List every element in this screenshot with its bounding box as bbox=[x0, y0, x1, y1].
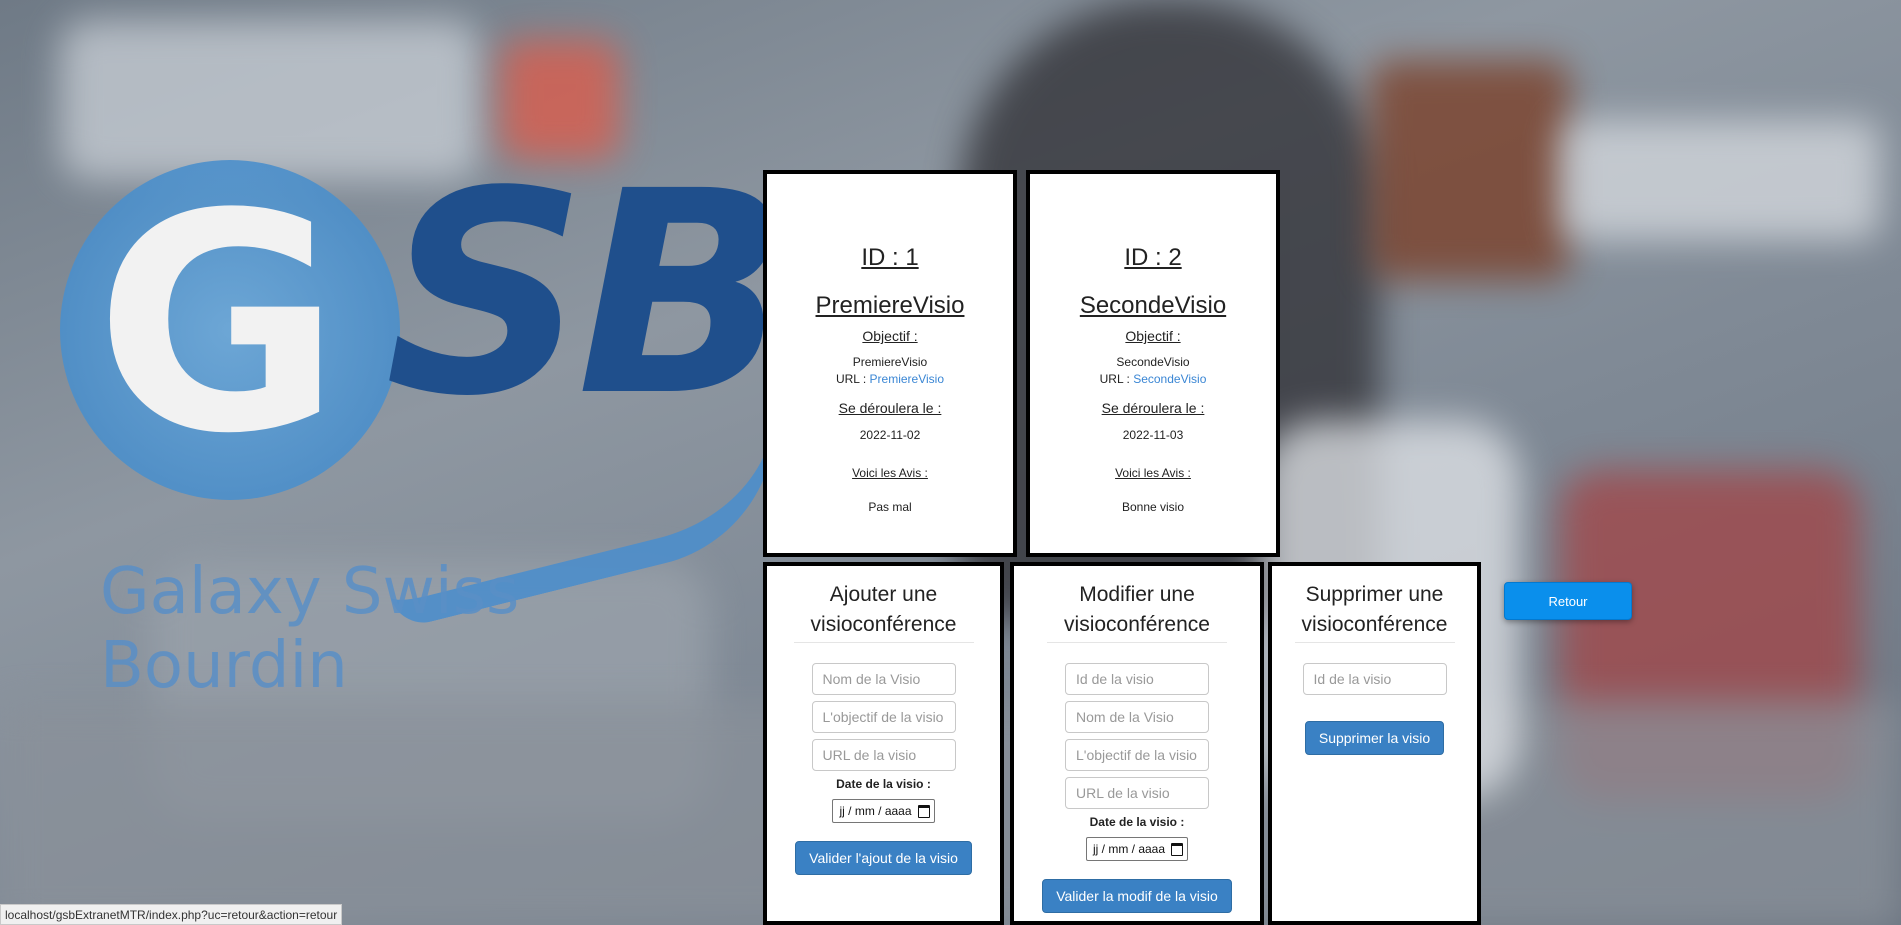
visio-id-input[interactable] bbox=[1302, 663, 1447, 695]
visio-name-input[interactable] bbox=[811, 663, 956, 695]
form-title-line1: Ajouter une bbox=[829, 583, 938, 606]
visio-date: 2022-11-02 bbox=[859, 428, 921, 442]
objectif-label: Objectif : bbox=[1125, 328, 1181, 344]
form-title-line2: visioconférence bbox=[1301, 613, 1448, 636]
visio-name: PremiereVisio bbox=[815, 292, 965, 319]
delete-visio-form: Supprimer une visioconférence Supprimer … bbox=[1268, 562, 1481, 925]
visio-url-input[interactable] bbox=[811, 739, 956, 771]
submit-edit-button[interactable]: Valider la modif de la visio bbox=[1042, 879, 1232, 913]
avis-label: Voici les Avis : bbox=[852, 466, 928, 480]
logo-letter-g: G bbox=[95, 150, 342, 499]
gsb-logo: G SB Galaxy Swiss Bourdin bbox=[55, 150, 807, 703]
visio-id: ID : 2 bbox=[1124, 244, 1182, 271]
retour-button[interactable]: Retour bbox=[1504, 582, 1632, 620]
date-field-label: Date de la visio : bbox=[836, 777, 931, 791]
avis-label: Voici les Avis : bbox=[1115, 466, 1191, 480]
date-label: Se déroulera le : bbox=[1101, 400, 1205, 416]
browser-status-url: localhost/gsbExtranetMTR/index.php?uc=re… bbox=[0, 904, 343, 925]
date-label: Se déroulera le : bbox=[838, 400, 942, 416]
objectif-value: PremiereVisio bbox=[852, 355, 928, 369]
visio-id-input[interactable] bbox=[1065, 663, 1209, 695]
url-label: URL : bbox=[1099, 372, 1130, 386]
visio-details: SecondeVisio URL : SecondeVisio bbox=[1030, 354, 1276, 388]
visio-objectif-input[interactable] bbox=[811, 701, 956, 733]
form-title: Supprimer une visioconférence bbox=[1294, 580, 1455, 643]
submit-add-button[interactable]: Valider l'ajout de la visio bbox=[795, 841, 972, 875]
visio-card: ID : 2 SecondeVisio Objectif : SecondeVi… bbox=[1026, 170, 1280, 557]
form-title-line1: Modifier une bbox=[1079, 583, 1195, 606]
date-field-label: Date de la visio : bbox=[1089, 815, 1185, 829]
objectif-value: SecondeVisio bbox=[1116, 355, 1190, 369]
avis-text: Bonne visio bbox=[1121, 500, 1185, 514]
visio-date-input[interactable]: jj / mm / aaaa bbox=[832, 799, 935, 823]
visio-name: SecondeVisio bbox=[1079, 292, 1227, 319]
logo-company-name: Galaxy Swiss Bourdin bbox=[100, 555, 520, 703]
visio-date: 2022-11-03 bbox=[1122, 428, 1184, 442]
visio-url-input[interactable] bbox=[1065, 777, 1209, 809]
calendar-icon[interactable] bbox=[917, 804, 930, 818]
form-title-line2: visioconférence bbox=[810, 613, 957, 636]
visio-date-input[interactable]: jj / mm / aaaa bbox=[1085, 837, 1189, 861]
edit-visio-form: Modifier une visioconférence Date de la … bbox=[1010, 562, 1264, 925]
form-title-line1: Supprimer une bbox=[1305, 583, 1444, 606]
add-visio-form: Ajouter une visioconférence Date de la v… bbox=[763, 562, 1004, 925]
visio-objectif-input[interactable] bbox=[1065, 739, 1209, 771]
url-label: URL : bbox=[835, 372, 867, 386]
avis-text: Pas mal bbox=[868, 500, 912, 514]
form-title-line2: visioconférence bbox=[1064, 613, 1210, 636]
visio-id: ID : 1 bbox=[861, 244, 919, 271]
calendar-icon[interactable] bbox=[1171, 842, 1184, 856]
date-placeholder: jj / mm / aaaa bbox=[1092, 842, 1166, 856]
visio-url-link[interactable]: SecondeVisio bbox=[1133, 372, 1206, 386]
date-placeholder: jj / mm / aaaa bbox=[839, 804, 912, 818]
delete-button[interactable]: Supprimer la visio bbox=[1304, 721, 1445, 755]
form-title: Ajouter une visioconférence bbox=[793, 580, 974, 643]
visio-details: PremiereVisio URL : PremiereVisio bbox=[767, 354, 1013, 388]
form-title: Modifier une visioconférence bbox=[1047, 580, 1227, 643]
objectif-label: Objectif : bbox=[862, 328, 918, 344]
visio-card: ID : 1 PremiereVisio Objectif : Premiere… bbox=[763, 170, 1017, 557]
visio-url-link[interactable]: PremiereVisio bbox=[870, 372, 944, 386]
visio-name-input[interactable] bbox=[1065, 701, 1209, 733]
logo-letters-sb: SB bbox=[385, 132, 790, 458]
